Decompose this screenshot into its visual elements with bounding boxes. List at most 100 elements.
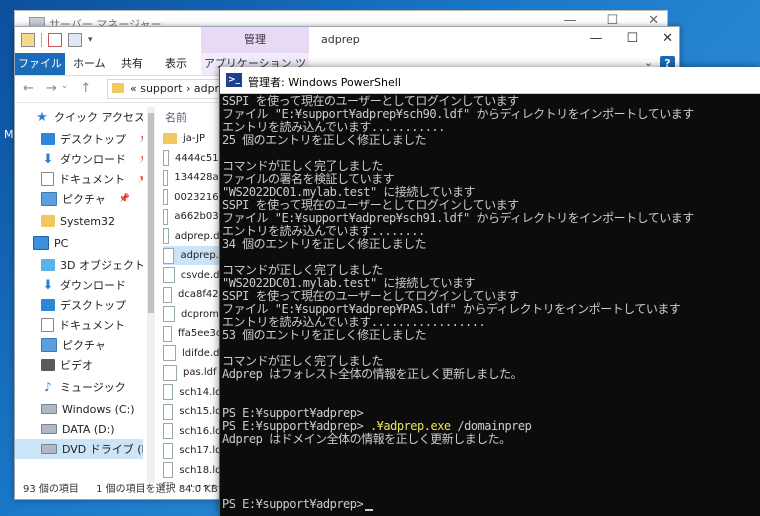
file-row[interactable]: a662b036 <box>163 207 225 226</box>
explorer-window-controls: — ☐ ✕ <box>589 31 673 46</box>
drive-icon <box>41 404 57 414</box>
nav-buttons: ← → ⌄ ↑ <box>23 81 91 96</box>
nav-scrollbar[interactable] <box>147 107 155 483</box>
nav-item[interactable]: DATA (D:) <box>15 419 143 439</box>
desktop-label: M <box>4 128 14 141</box>
file-row[interactable]: pas.ldf <box>163 363 225 382</box>
nav-item-label: クイック アクセス <box>54 111 143 124</box>
nav-item-label: ドキュメント <box>59 319 125 332</box>
tab-home[interactable]: ホーム <box>73 53 106 75</box>
file-row[interactable]: sch16.ldf <box>163 422 225 441</box>
powershell-titlebar[interactable]: >_ 管理者: Windows PowerShell <box>220 67 760 94</box>
file-name: ja-JP <box>183 133 206 144</box>
folder-icon <box>41 215 55 227</box>
file-row[interactable]: 134428a8 <box>163 168 225 187</box>
nav-item[interactable]: ♪ ミュージック <box>15 377 143 397</box>
pin-icon: 📌 <box>139 154 143 164</box>
tab-view[interactable]: 表示 <box>165 53 187 75</box>
file-icon <box>163 403 174 420</box>
back-icon[interactable]: ← <box>23 81 34 96</box>
powershell-title: 管理者: Windows PowerShell <box>248 76 401 89</box>
forward-icon[interactable]: → <box>46 81 57 96</box>
pin-icon: 📌 <box>118 194 131 204</box>
explorer-titlebar[interactable]: ▾ 管理 adprep — ☐ ✕ <box>15 27 679 53</box>
nav-item[interactable]: ドキュメント 📌 <box>15 169 143 189</box>
pictures-icon <box>41 192 57 206</box>
new-folder-icon[interactable] <box>68 33 82 47</box>
file-row[interactable]: sch18.ldf <box>163 461 225 480</box>
nav-item-label: Windows (C:) <box>62 402 135 416</box>
file-row[interactable]: adprep.dll <box>163 227 225 246</box>
nav-item[interactable]: PC <box>15 233 143 253</box>
file-icon <box>163 442 174 459</box>
up-icon[interactable]: ↑ <box>80 81 91 96</box>
file-icon <box>163 189 169 205</box>
file-row[interactable]: 00232167 <box>163 188 225 207</box>
nav-item-label: System32 <box>60 214 116 228</box>
file-row[interactable]: ffa5ee3c- <box>163 324 225 343</box>
nav-item[interactable]: ★ クイック アクセス <box>15 107 143 127</box>
file-name: 00232167 <box>174 191 225 203</box>
nav-item-label: DATA (D:) <box>62 422 115 436</box>
nav-item[interactable]: ドキュメント <box>15 315 143 335</box>
nav-item-label: デスクトップ <box>60 299 126 312</box>
tab-share[interactable]: 共有 <box>121 53 143 75</box>
close-icon[interactable]: ✕ <box>662 31 673 46</box>
file-row[interactable]: adprep.e <box>163 246 225 265</box>
scrollbar-thumb[interactable] <box>148 113 154 313</box>
file-name: adprep.dll <box>174 230 225 242</box>
powershell-window[interactable]: >_ 管理者: Windows PowerShell SSPI を使って現在のユ… <box>219 67 760 516</box>
recent-chevron-icon[interactable]: ⌄ <box>61 81 69 96</box>
desktop-icon <box>41 133 55 145</box>
file-row[interactable]: csvde.dll <box>163 266 225 285</box>
minimize-icon[interactable]: — <box>589 31 602 46</box>
file-row[interactable]: dca8f425 <box>163 285 225 304</box>
nav-item[interactable]: DVD ドライブ (E:) S <box>15 439 143 459</box>
console-output[interactable]: SSPI を使って現在のユーザーとしてログインしています ファイル "E:¥sup… <box>222 95 758 515</box>
file-row[interactable]: sch17.ldf <box>163 441 225 460</box>
nav-item[interactable]: ⬇ ダウンロード 📌 <box>15 149 143 169</box>
file-row[interactable]: sch15.ldf <box>163 402 225 421</box>
maximize-icon[interactable]: ☐ <box>626 31 638 46</box>
star-icon: ★ <box>36 109 48 125</box>
nav-item[interactable]: ピクチャ <box>15 335 143 355</box>
nav-item[interactable]: ピクチャ 📌 <box>15 189 143 209</box>
file-icon <box>163 384 174 400</box>
tab-manage[interactable]: 管理 <box>201 27 309 53</box>
nav-item[interactable]: ⬇ ダウンロード <box>15 275 143 295</box>
nav-item-label: ビデオ <box>60 359 93 372</box>
nav-item[interactable]: System32 <box>15 211 143 231</box>
folder-icon <box>163 133 177 144</box>
folder-icon[interactable] <box>21 33 35 47</box>
file-icon <box>163 345 176 361</box>
nav-item-label: ダウンロード <box>60 153 126 166</box>
chevron-down-icon[interactable]: ▾ <box>88 35 93 45</box>
videos-icon <box>41 359 55 371</box>
file-icon <box>163 423 174 439</box>
file-row[interactable]: dcpromo <box>163 305 225 324</box>
nav-item[interactable]: デスクトップ 📌 <box>15 129 143 149</box>
column-header-name[interactable]: 名前 <box>165 109 187 125</box>
nav-item-label: ピクチャ <box>62 193 106 206</box>
nav-item-label: ダウンロード <box>60 279 126 292</box>
nav-item[interactable]: Windows (C:) <box>15 399 143 419</box>
nav-item[interactable]: 3D オブジェクト <box>15 255 143 275</box>
file-row[interactable]: ldifde.dll <box>163 344 225 363</box>
item-count: 93 個の項目 <box>23 484 79 495</box>
tab-file[interactable]: ファイル <box>15 53 65 75</box>
nav-item[interactable]: デスクトップ <box>15 295 143 315</box>
file-name: pas.ldf <box>183 367 217 378</box>
properties-icon[interactable] <box>48 33 62 47</box>
file-row[interactable]: ja-JP <box>163 129 225 148</box>
console-line: 25 個のエントリを正しく修正しました <box>222 133 427 147</box>
nav-item-label: ミュージック <box>60 381 126 394</box>
file-row[interactable]: sch14.ldf <box>163 383 225 402</box>
file-name: dca8f425 <box>178 289 225 300</box>
nav-item-label: DVD ドライブ (E:) S <box>62 443 143 456</box>
file-row[interactable]: 4444c516 <box>163 149 225 168</box>
nav-item[interactable]: ビデオ <box>15 355 143 375</box>
documents-icon <box>41 172 54 186</box>
